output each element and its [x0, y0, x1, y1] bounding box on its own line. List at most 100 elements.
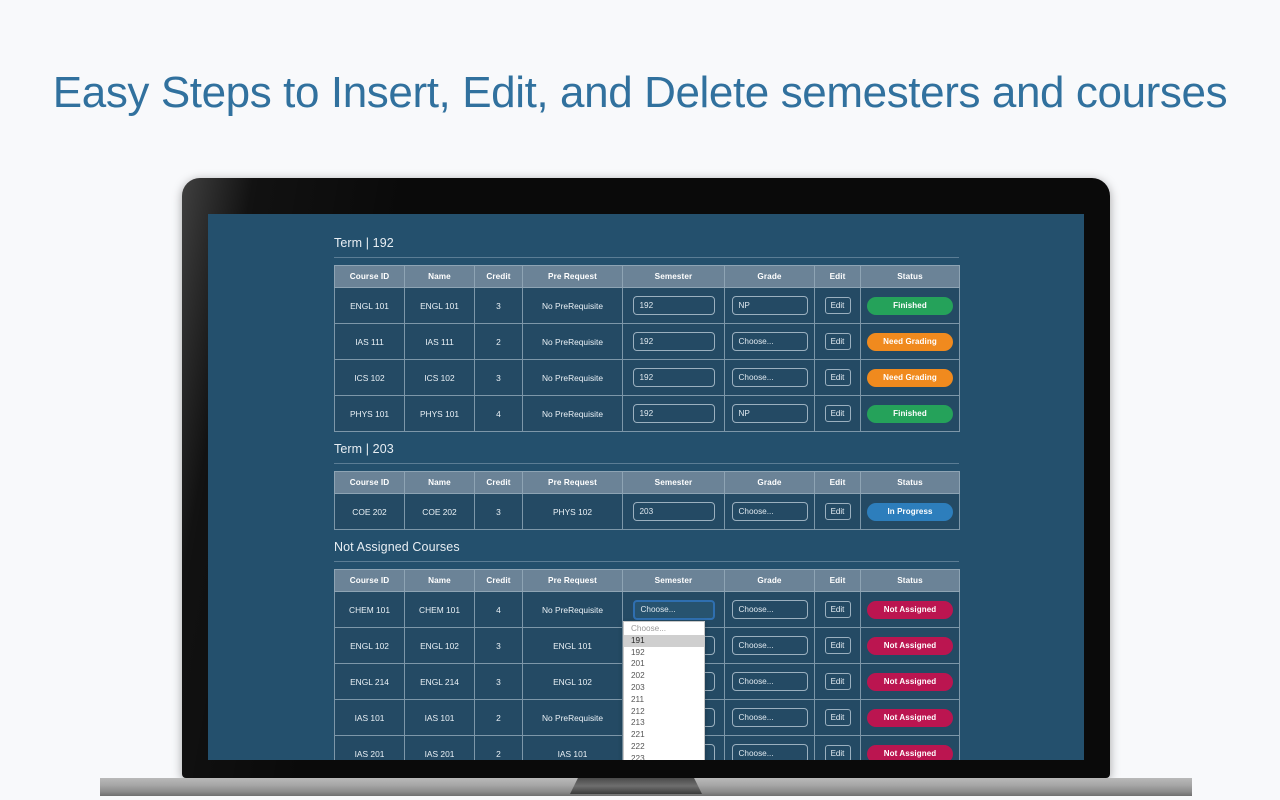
- cell-course-name: ENGL 214: [404, 663, 475, 700]
- grade-select[interactable]: Choose...: [731, 636, 808, 655]
- semester-select-wrapper: 192: [623, 368, 724, 387]
- cell-status: Finished: [860, 395, 960, 432]
- semester-option[interactable]: 192: [624, 647, 704, 659]
- edit-button[interactable]: Edit: [824, 637, 851, 654]
- table-row: COE 202 COE 202 3 PHYS 102 203 Choose... Edit I…: [334, 493, 960, 530]
- cell-course-name: COE 202: [404, 493, 475, 530]
- cell-edit: Edit: [814, 395, 861, 432]
- semester-select-wrapper: 192: [623, 296, 724, 315]
- column-header-name: Name: [404, 471, 475, 494]
- semester-option[interactable]: 211: [624, 694, 704, 706]
- column-header-course-id: Course ID: [334, 471, 405, 494]
- grade-select[interactable]: Choose...: [731, 368, 808, 387]
- cell-edit: Edit: [814, 359, 861, 396]
- semester-option[interactable]: 223: [624, 753, 704, 760]
- cell-course-name: IAS 101: [404, 699, 475, 736]
- edit-button[interactable]: Edit: [824, 333, 851, 350]
- grade-select[interactable]: NP: [731, 404, 808, 423]
- semester-dropdown-list[interactable]: Choose... 191 192 201 202 203 211 212 213 221 222 2…: [623, 620, 705, 760]
- semester-option[interactable]: 213: [624, 718, 704, 730]
- semester-option[interactable]: Choose...: [624, 624, 704, 636]
- grade-select[interactable]: NP: [731, 296, 808, 315]
- section-title: Term | 203: [334, 442, 394, 456]
- cell-grade: Choose...: [724, 359, 815, 396]
- grade-select[interactable]: Choose...: [731, 600, 808, 619]
- semester-option[interactable]: 191: [624, 635, 704, 648]
- cell-grade: NP: [724, 395, 815, 432]
- semester-select[interactable]: 192: [632, 332, 715, 351]
- semester-select[interactable]: 203: [632, 502, 715, 521]
- grade-select[interactable]: Choose...: [731, 672, 808, 691]
- courses-table: Course ID Name Credit Pre Request Semester Gr…: [334, 569, 960, 760]
- table-row: PHYS 101 PHYS 101 4 No PreRequisite 192 NP Edi…: [334, 395, 960, 432]
- column-header-semester: Semester: [622, 471, 725, 494]
- semester-select-wrapper: 203: [623, 502, 724, 521]
- table-row: CHEM 101 CHEM 101 4 No PreRequisite Choose..…: [334, 591, 960, 760]
- table-header-row: Course ID Name Credit Pre Request Semester Gr…: [334, 471, 960, 494]
- app-viewport: Term | 192 Course ID Name Credit Pre Request…: [208, 214, 1084, 760]
- grade-select[interactable]: Choose...: [731, 332, 808, 351]
- table-header-row: Course ID Name Credit Pre Request Semester Gr…: [334, 569, 960, 592]
- laptop-screen: Term | 192 Course ID Name Credit Pre Request…: [208, 214, 1084, 760]
- semester-select[interactable]: 192: [632, 404, 715, 423]
- cell-grade: Choose...: [724, 493, 815, 530]
- semester-option[interactable]: 212: [624, 706, 704, 718]
- semester-select[interactable]: 192: [632, 368, 715, 387]
- cell-course-name: CHEM 101: [404, 591, 475, 628]
- column-header-semester: Semester: [622, 265, 725, 288]
- semester-option[interactable]: 222: [624, 741, 704, 753]
- edit-button[interactable]: Edit: [824, 601, 851, 618]
- column-header-edit: Edit: [814, 471, 861, 494]
- semester-select-wrapper: Choose... Choose... 191 192 201 202 203 211 212 2…: [623, 599, 724, 760]
- page-title: Easy Steps to Insert, Edit, and Delete s…: [52, 68, 1228, 117]
- cell-course-name: PHYS 101: [404, 395, 475, 432]
- section-title: Term | 192: [334, 236, 394, 250]
- cell-status: Not Assigned: [860, 699, 960, 736]
- app-content: Term | 192 Course ID Name Credit Pre Request…: [334, 228, 960, 760]
- courses-table: Course ID Name Credit Pre Request Semester Gr…: [334, 471, 960, 530]
- cell-semester: 192: [622, 287, 725, 324]
- cell-pre-request: No PreRequisite: [522, 395, 623, 432]
- edit-button[interactable]: Edit: [824, 369, 851, 386]
- edit-button[interactable]: Edit: [824, 745, 851, 760]
- column-header-pre-request: Pre Request: [522, 265, 623, 288]
- section-title: Not Assigned Courses: [334, 540, 460, 554]
- cell-semester: 192: [622, 359, 725, 396]
- column-header-pre-request: Pre Request: [522, 471, 623, 494]
- column-header-course-id: Course ID: [334, 569, 405, 592]
- cell-pre-request: No PreRequisite: [522, 699, 623, 736]
- cell-semester: 192: [622, 395, 725, 432]
- cell-pre-request: ENGL 101: [522, 627, 623, 664]
- column-header-name: Name: [404, 569, 475, 592]
- cell-status: Not Assigned: [860, 735, 960, 760]
- grade-select[interactable]: Choose...: [731, 502, 808, 521]
- semester-option[interactable]: 203: [624, 682, 704, 694]
- laptop-lid: Term | 192 Course ID Name Credit Pre Request…: [182, 178, 1110, 778]
- grade-select[interactable]: Choose...: [731, 708, 808, 727]
- edit-button[interactable]: Edit: [824, 405, 851, 422]
- cell-course-id: COE 202: [334, 493, 405, 530]
- section-divider: [334, 463, 959, 464]
- cell-course-id: PHYS 101: [334, 395, 405, 432]
- cell-semester: 192: [622, 323, 725, 360]
- cell-status: In Progress: [860, 493, 960, 530]
- section-divider: [334, 257, 959, 258]
- grade-select[interactable]: Choose...: [731, 744, 808, 760]
- semester-option[interactable]: 201: [624, 659, 704, 671]
- semester-select[interactable]: 192: [632, 296, 715, 315]
- table-row: ENGL 101 ENGL 101 3 No PreRequisite 192 NP Edi…: [334, 287, 960, 324]
- cell-course-id: IAS 201: [334, 735, 405, 760]
- cell-edit: Edit: [814, 663, 861, 700]
- table-row: IAS 111 IAS 111 2 No PreRequisite 192 Choose.…: [334, 323, 960, 360]
- edit-button[interactable]: Edit: [824, 297, 851, 314]
- cell-course-name: IAS 201: [404, 735, 475, 760]
- column-header-status: Status: [860, 265, 960, 288]
- semester-select[interactable]: Choose...: [632, 599, 715, 620]
- semester-option[interactable]: 221: [624, 730, 704, 742]
- edit-button[interactable]: Edit: [824, 709, 851, 726]
- column-header-credit: Credit: [474, 569, 523, 592]
- edit-button[interactable]: Edit: [824, 503, 851, 520]
- edit-button[interactable]: Edit: [824, 673, 851, 690]
- cell-course-id: CHEM 101: [334, 591, 405, 628]
- semester-option[interactable]: 202: [624, 671, 704, 683]
